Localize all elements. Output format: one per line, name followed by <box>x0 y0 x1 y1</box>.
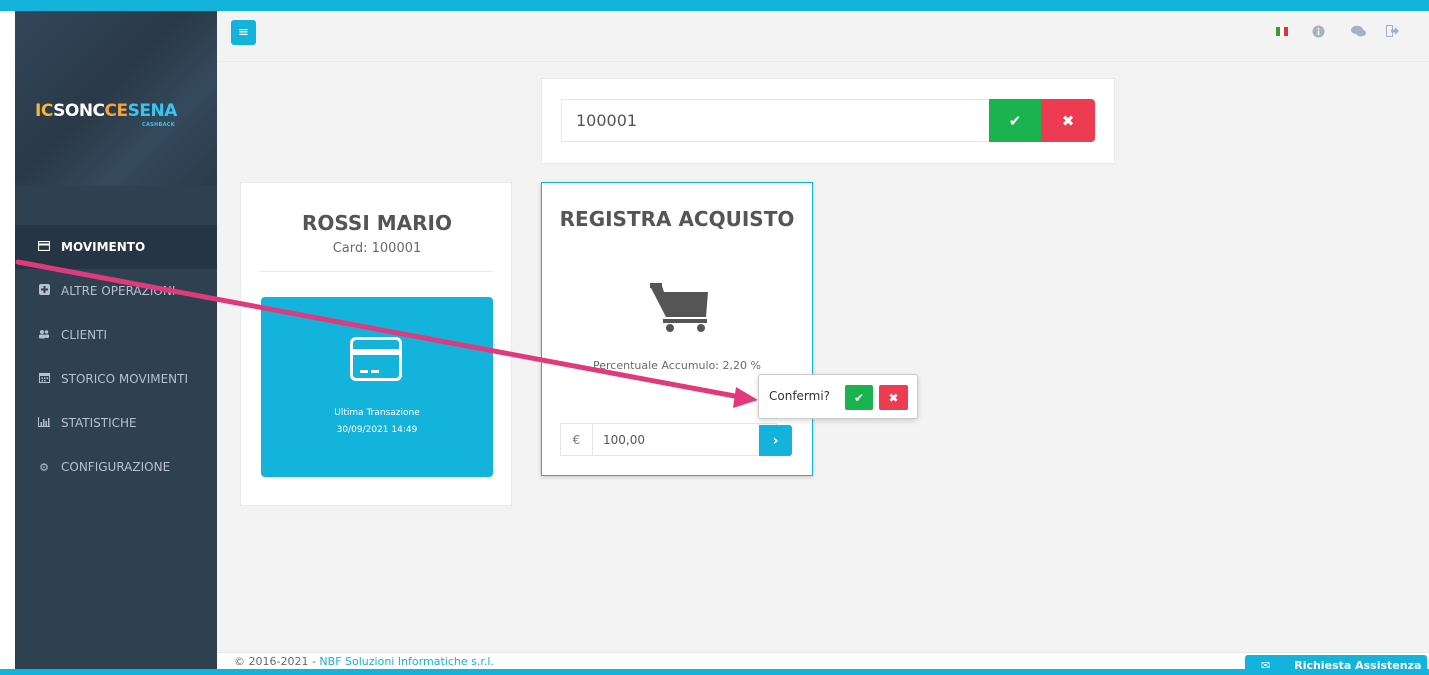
calendar-icon <box>37 372 51 386</box>
confirm-yes-button[interactable]: ✔ <box>845 385 873 410</box>
client-name: ROSSI MARIO <box>302 211 452 235</box>
confirm-popover: Confermi? ✔ ✖ <box>758 374 918 419</box>
info-icon[interactable] <box>1312 25 1325 42</box>
close-icon: ✖ <box>1061 111 1075 130</box>
confirm-question: Confermi? <box>769 389 831 403</box>
sidebar-item-storico-movimenti[interactable]: STORICO MOVIMENTI <box>15 357 217 401</box>
users-icon <box>37 329 51 342</box>
divider <box>259 271 493 272</box>
chat-icon[interactable] <box>1351 25 1366 41</box>
bar-chart-icon <box>37 416 51 430</box>
accumulation-percentage: Percentuale Accumulo: 2,20 % <box>593 359 761 372</box>
shopping-cart-icon <box>650 283 708 332</box>
last-transaction-box: Ultima Transazione 30/09/2021 14:49 <box>261 297 493 477</box>
sidebar: ICSONCCESENA CASHBACK MOVIMENTO ALTRE OP… <box>15 11 217 669</box>
amount-input[interactable]: 100,00 <box>593 433 645 447</box>
logo-part-2: SONC <box>53 101 105 121</box>
footer-copyright: © 2016-2021 - NBF Soluzioni Informatiche… <box>234 655 494 668</box>
copyright-text: © 2016-2021 - <box>234 655 320 668</box>
sidebar-item-label: ALTRE OPERAZIONI <box>61 284 176 298</box>
italian-flag-icon[interactable] <box>1276 25 1288 40</box>
sidebar-item-label: CLIENTI <box>61 328 108 342</box>
confirm-search-button[interactable]: ✔ <box>989 99 1041 142</box>
last-transaction-date: 30/09/2021 14:49 <box>336 425 418 435</box>
logo-part-1: IC <box>35 101 54 121</box>
register-purchase-card: REGISTRA ACQUISTO Percentuale Accumulo: … <box>541 182 813 476</box>
confirm-no-button[interactable]: ✖ <box>879 385 908 410</box>
card-search-panel: ✔ ✖ <box>541 78 1115 164</box>
plus-square-icon <box>37 284 51 298</box>
logo-part-3: CE <box>104 101 129 121</box>
credit-card-icon <box>37 240 51 254</box>
purchase-title: REGISTRA ACQUISTO <box>559 207 795 231</box>
menu-toggle-button[interactable]: ≡ <box>231 20 256 45</box>
chevron-right-icon: › <box>772 432 779 449</box>
euro-addon: € <box>561 424 593 455</box>
hamburger-icon: ≡ <box>238 25 249 40</box>
card-number-input[interactable] <box>561 99 989 142</box>
sidebar-item-statistiche[interactable]: STATISTICHE <box>15 401 217 445</box>
top-navbar: ≡ <box>217 11 1429 62</box>
sidebar-item-altre-operazioni[interactable]: ALTRE OPERAZIONI <box>15 269 217 313</box>
submit-amount-button[interactable]: › <box>759 425 792 456</box>
sidebar-item-label: STATISTICHE <box>61 416 137 430</box>
logo-part-4: SENA <box>127 101 178 121</box>
last-transaction-label: Ultima Transazione <box>334 408 420 418</box>
logout-icon[interactable] <box>1386 25 1399 41</box>
sidebar-item-label: STORICO MOVIMENTI <box>61 372 189 386</box>
sidebar-item-clienti[interactable]: CLIENTI <box>15 313 217 357</box>
sidebar-item-configurazione[interactable]: ⚙ CONFIGURAZIONE <box>15 445 217 489</box>
sidebar-item-movimento[interactable]: MOVIMENTO <box>15 225 217 269</box>
client-card-number: Card: 100001 <box>332 241 422 256</box>
check-icon: ✔ <box>1008 111 1022 130</box>
frame-top-border <box>0 0 1429 11</box>
check-icon: ✔ <box>853 390 865 405</box>
credit-card-icon <box>350 337 402 381</box>
logo-subtitle: CASHBACK <box>142 122 175 128</box>
frame-bottom-border <box>0 669 1429 675</box>
logo-area: ICSONCCESENA CASHBACK <box>15 11 217 186</box>
close-icon: ✖ <box>888 390 899 405</box>
amount-input-group[interactable]: € 100,00 <box>560 423 777 456</box>
sidebar-item-label: MOVIMENTO <box>61 240 146 254</box>
sidebar-item-label: CONFIGURAZIONE <box>61 460 171 474</box>
clear-search-button[interactable]: ✖ <box>1041 99 1095 142</box>
logo[interactable]: ICSONCCESENA <box>35 101 177 121</box>
gear-icon: ⚙ <box>39 460 49 474</box>
client-card: ROSSI MARIO Card: 100001 Ultima Transazi… <box>240 182 512 506</box>
screenshot-frame: ICSONCCESENA CASHBACK MOVIMENTO ALTRE OP… <box>0 0 1429 675</box>
company-link[interactable]: NBF Soluzioni Informatiche s.r.l. <box>319 655 493 668</box>
